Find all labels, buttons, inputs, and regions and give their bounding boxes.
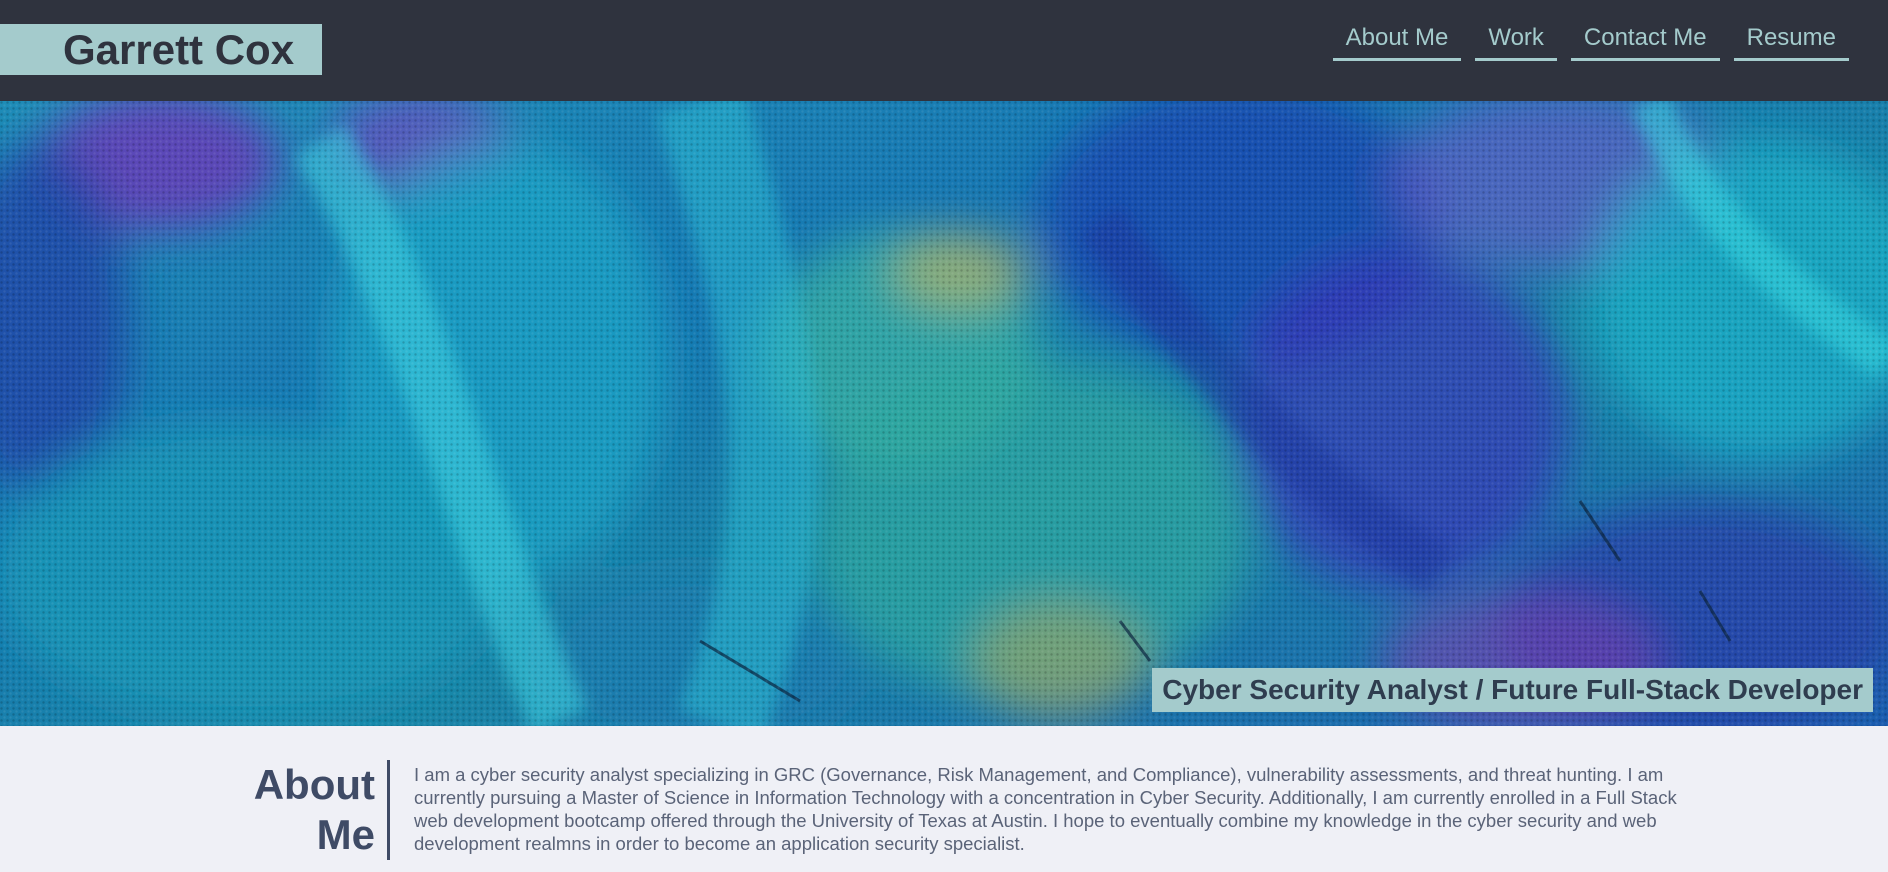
about-section: About Me I am a cyber security analyst s… [0, 726, 1888, 872]
nav-link-work[interactable]: Work [1475, 24, 1557, 61]
site-header: Garrett Cox About Me Work Contact Me Res… [0, 0, 1888, 101]
main-nav: About Me Work Contact Me Resume [1332, 24, 1849, 61]
about-heading: About Me [230, 760, 390, 860]
hero-tagline: Cyber Security Analyst / Future Full-Sta… [1152, 668, 1873, 712]
hero-banner: Cyber Security Analyst / Future Full-Sta… [0, 101, 1888, 726]
nav-link-contact-me[interactable]: Contact Me [1570, 24, 1720, 61]
site-title[interactable]: Garrett Cox [0, 24, 322, 75]
about-description: I am a cyber security analyst specializi… [414, 764, 1677, 854]
nav-link-resume[interactable]: Resume [1733, 24, 1849, 61]
nav-link-about-me[interactable]: About Me [1332, 24, 1462, 61]
hero-painting-image [0, 101, 1888, 726]
